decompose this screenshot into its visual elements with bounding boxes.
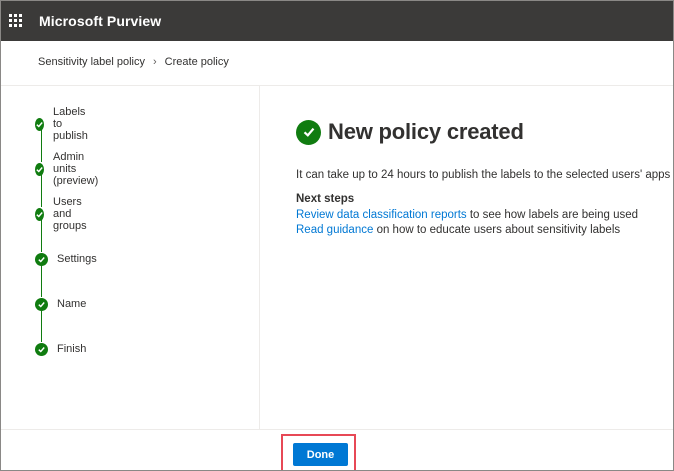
step-connector xyxy=(41,130,42,162)
title-row: New policy created xyxy=(296,119,524,145)
header-divider xyxy=(1,85,673,86)
page-frame: Microsoft Purview Sensitivity label poli… xyxy=(0,0,674,471)
step-label: Admin units (preview) xyxy=(53,151,99,187)
step-connector xyxy=(41,220,42,252)
step-label: Name xyxy=(57,298,87,310)
next-step-text: to see how labels are being used xyxy=(466,209,639,221)
breadcrumb-item-sensitivity-label-policy[interactable]: Sensitivity label policy xyxy=(38,56,145,68)
next-step-item: Review data classification reports to se… xyxy=(296,209,638,221)
panel-divider xyxy=(259,86,260,429)
review-reports-link[interactable]: Review data classification reports xyxy=(296,209,467,221)
top-bar: Microsoft Purview xyxy=(1,1,673,41)
step-label: Finish xyxy=(57,343,87,355)
step-users-and-groups[interactable]: Users and groups xyxy=(35,196,91,232)
step-labels-to-publish[interactable]: Labels to publish xyxy=(35,106,92,142)
checkmark-circle-icon xyxy=(35,297,48,311)
publish-description: It can take up to 24 hours to publish th… xyxy=(296,169,671,181)
read-guidance-link[interactable]: Read guidance xyxy=(296,224,373,236)
checkmark-circle-icon xyxy=(35,117,44,131)
next-step-item: Read guidance on how to educate users ab… xyxy=(296,224,620,236)
step-connector xyxy=(41,265,42,297)
success-checkmark-icon xyxy=(296,119,321,145)
footer-divider xyxy=(1,429,673,430)
next-steps-heading: Next steps xyxy=(296,193,355,205)
chevron-right-icon: › xyxy=(153,56,157,68)
step-connector xyxy=(41,310,42,342)
step-name[interactable]: Name xyxy=(35,297,86,311)
page-title: New policy created xyxy=(328,119,524,144)
done-button[interactable]: Done xyxy=(293,443,348,466)
breadcrumb: Sensitivity label policy › Create policy xyxy=(38,56,229,68)
next-step-text: on how to educate users about sensitivit… xyxy=(373,224,621,236)
breadcrumb-item-create-policy: Create policy xyxy=(164,56,229,68)
confirmation-panel: New policy created It can take up to 24 … xyxy=(296,119,670,236)
waffle-icon[interactable] xyxy=(9,14,23,28)
step-label: Labels to publish xyxy=(53,106,88,142)
step-finish[interactable]: Finish xyxy=(35,342,86,356)
step-admin-units[interactable]: Admin units (preview) xyxy=(35,151,102,187)
checkmark-circle-icon xyxy=(35,207,44,221)
app-title[interactable]: Microsoft Purview xyxy=(39,13,161,29)
step-label: Settings xyxy=(57,253,97,265)
step-settings[interactable]: Settings xyxy=(35,252,97,266)
checkmark-circle-icon xyxy=(35,162,44,176)
step-label: Users and groups xyxy=(53,196,87,232)
checkmark-circle-icon xyxy=(35,342,48,356)
checkmark-circle-icon xyxy=(35,252,48,266)
step-connector xyxy=(41,175,42,207)
